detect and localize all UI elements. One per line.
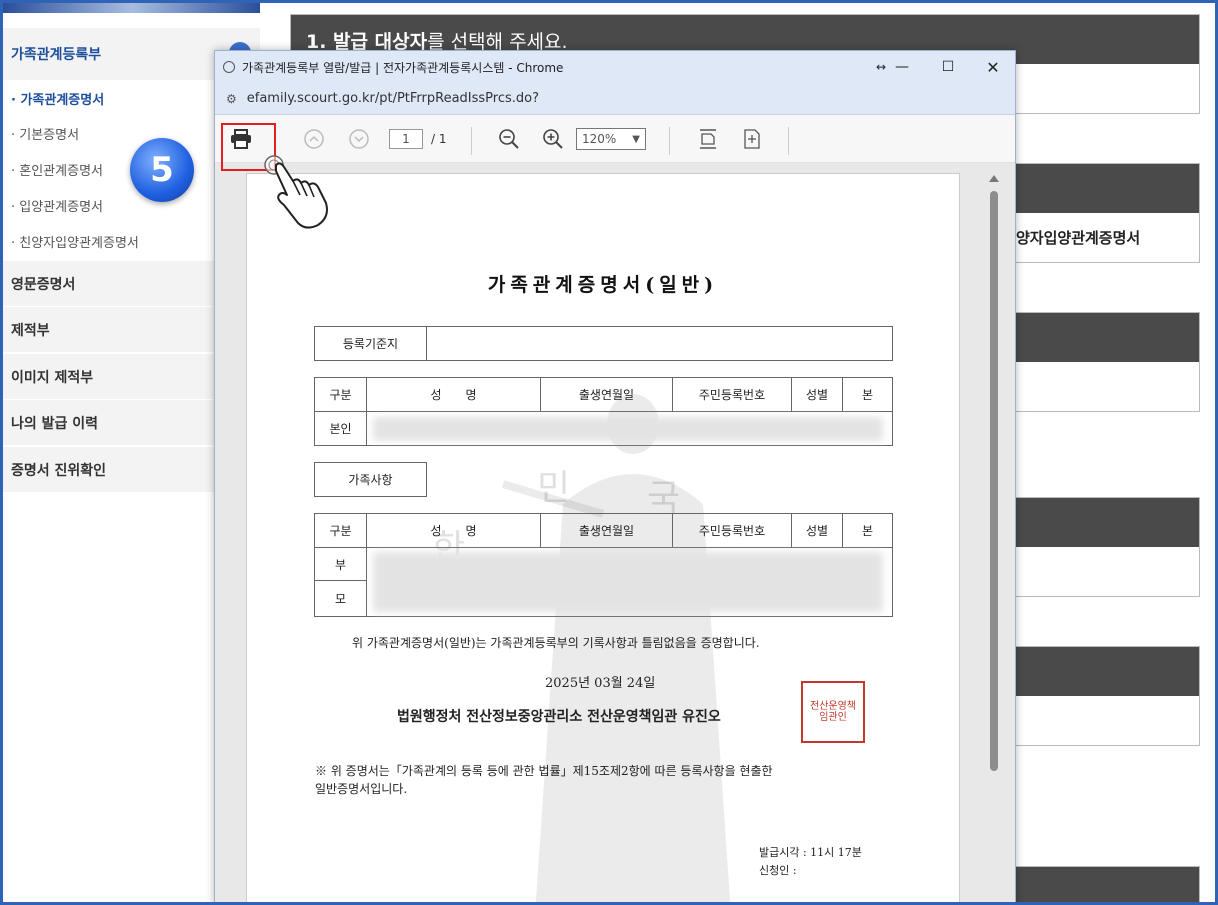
official-seal: 전산운영책임관인 <box>801 681 865 743</box>
fit-width-icon <box>700 129 716 149</box>
redacted-area <box>373 552 883 612</box>
mother-label-cell: 모 <box>314 580 367 617</box>
page-number-group: 1 / 1 <box>389 127 447 151</box>
chevron-up-icon <box>304 129 324 149</box>
sidebar-item-jejeokbu[interactable]: 제적부 <box>3 307 215 352</box>
prev-page-button[interactable] <box>302 127 326 151</box>
sidebar-item-full-adoption-cert[interactable]: · 친양자입양관계증명서 <box>11 232 139 251</box>
header-cell: 성 명 <box>366 377 541 412</box>
popup-window: 가족관계등록부 열람/발급 | 전자가족관계등록시스템 - Chrome ↔ —… <box>214 50 1016 905</box>
zoom-out-button[interactable] <box>497 127 521 151</box>
globe-icon <box>223 61 235 73</box>
issue-time: 발급시각 : 11시 17분 <box>759 846 862 859</box>
header-cell: 본 <box>842 377 893 412</box>
sidebar-item-english-cert[interactable]: 영문증명서 <box>3 261 215 306</box>
zoom-select[interactable]: 120% ▼ <box>576 127 646 151</box>
close-button[interactable]: ✕ <box>970 51 1015 83</box>
banner-strip <box>3 3 260 13</box>
zoom-value: 120% <box>582 132 617 146</box>
scrollbar-thumb[interactable] <box>990 191 998 771</box>
panel-option-label: 양자입양관계증명서 <box>1016 229 1141 247</box>
address-bar[interactable]: ⚙ efamily.scourt.go.kr/pt/PtFrrpReadIssP… <box>215 83 1015 115</box>
page-total: / 1 <box>431 132 447 146</box>
toolbar-divider <box>669 127 670 155</box>
scroll-up-icon[interactable] <box>989 175 999 182</box>
header-cell: 주민등록번호 <box>672 513 792 548</box>
zoom-in-button[interactable] <box>541 127 565 151</box>
sidebar-item-cert-verify[interactable]: 증명서 진위확인 <box>3 447 215 492</box>
step-number-badge: 5 <box>130 138 194 202</box>
note-line-2: 일반증명서입니다. <box>315 782 408 796</box>
next-page-button[interactable] <box>347 127 371 151</box>
header-cell: 구분 <box>314 377 367 412</box>
header-cell: 성별 <box>791 377 843 412</box>
dropdown-arrow-icon: ▼ <box>632 133 640 145</box>
issuer-name: 법원행정처 전산정보중앙관리소 전산운영책임관 유진오 <box>397 709 721 725</box>
header-cell: 출생연월일 <box>540 377 673 412</box>
header-cell: 성별 <box>791 513 843 548</box>
window-titlebar[interactable]: 가족관계등록부 열람/발급 | 전자가족관계등록시스템 - Chrome ↔ —… <box>215 51 1015 83</box>
note-line-1: ※ 위 증명서는「가족관계의 등록 등에 관한 법률」제15조제2항에 따른 등… <box>315 764 773 778</box>
issue-date: 2025년 03월 24일 <box>545 676 656 691</box>
url-text[interactable]: efamily.scourt.go.kr/pt/PtFrrpReadIssPrc… <box>247 91 539 106</box>
toolbar-divider <box>788 127 789 155</box>
redacted-area <box>373 417 883 441</box>
header-cell: 주민등록번호 <box>672 377 792 412</box>
header-cell: 출생연월일 <box>540 513 673 548</box>
sidebar-item-issue-history[interactable]: 나의 발급 이력 <box>3 400 215 445</box>
sidebar: 가족관계등록부 ⌄ · 가족관계증명서 · 기본증명서 · 혼인관계증명서 · … <box>3 3 260 902</box>
watermark-char: 민 <box>537 468 571 509</box>
certificate-title: 가족관계증명서(일반) <box>487 274 719 296</box>
registry-value-cell <box>426 326 893 361</box>
pdf-viewer-area[interactable]: 민 국 한 가족관계증명서(일반) 등록기준지 구분 성 명 출생연월일 주민등… <box>215 163 1015 904</box>
sidebar-item-image-jejeokbu[interactable]: 이미지 제적부 <box>3 354 215 399</box>
header-cell: 성 명 <box>366 513 541 548</box>
pdf-toolbar: 1 / 1 120% ▼ <box>215 115 1015 163</box>
header-cell: 본 <box>842 513 893 548</box>
minimize-button[interactable]: — <box>879 51 925 83</box>
header-cell: 구분 <box>314 513 367 548</box>
certification-statement: 위 가족관계증명서(일반)는 가족관계등록부의 기록사항과 틀림없음을 증명합니… <box>352 636 760 650</box>
window-title: 가족관계등록부 열람/발급 | 전자가족관계등록시스템 - Chrome <box>242 60 564 75</box>
self-label-cell: 본인 <box>314 411 367 446</box>
applicant-label: 신청인 : <box>759 864 797 877</box>
father-label-cell: 부 <box>314 547 367 581</box>
zoom-in-icon <box>543 129 563 149</box>
toolbar-divider <box>471 127 472 155</box>
fit-page-icon <box>744 129 760 149</box>
fit-width-button[interactable] <box>696 127 720 151</box>
pdf-scrollbar[interactable] <box>987 173 1001 904</box>
site-settings-icon[interactable]: ⚙ <box>226 92 237 106</box>
fit-page-button[interactable] <box>740 127 764 151</box>
sidebar-item-basic-cert[interactable]: · 기본증명서 <box>11 124 79 143</box>
sidebar-header-label: 가족관계등록부 <box>11 47 102 63</box>
page-number-input[interactable]: 1 <box>389 129 423 149</box>
sidebar-item-marriage-cert[interactable]: · 혼인관계증명서 <box>11 160 103 179</box>
certificate-page: 민 국 한 가족관계증명서(일반) 등록기준지 구분 성 명 출생연월일 주민등… <box>246 173 960 904</box>
family-label-cell: 가족사항 <box>314 462 427 497</box>
chevron-down-icon <box>349 129 369 149</box>
sidebar-item-adoption-cert[interactable]: · 입양관계증명서 <box>11 196 103 215</box>
registry-label-cell: 등록기준지 <box>314 326 427 361</box>
sidebar-item-family-relation-cert[interactable]: · 가족관계증명서 <box>11 89 104 108</box>
maximize-button[interactable]: ☐ <box>925 51 971 83</box>
zoom-out-icon <box>499 129 519 149</box>
pointing-hand-icon <box>264 155 328 229</box>
